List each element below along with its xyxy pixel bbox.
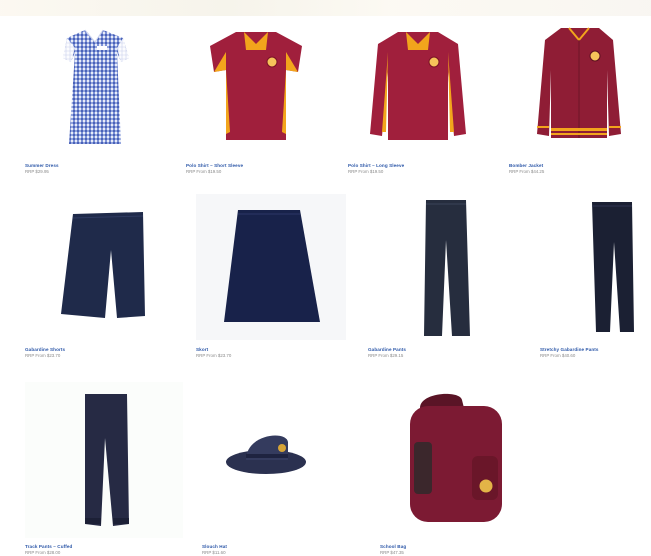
product-price: RRP From $40.60 xyxy=(540,353,576,358)
product-card-track-pants-cuffed[interactable]: Track Pants – Cuffed RRP From $28.00 xyxy=(25,382,185,556)
product-card-skort[interactable]: Skort RRP From $23.70 xyxy=(196,190,356,360)
track-pants-image[interactable] xyxy=(25,382,185,540)
product-title[interactable]: Gabardine Pants xyxy=(368,347,406,352)
polo-short-sleeve-image[interactable] xyxy=(186,22,326,152)
product-price: RRP From $19.50 xyxy=(186,169,222,174)
product-price: RRP From $23.70 xyxy=(25,353,61,358)
summer-dress-image[interactable] xyxy=(25,22,165,152)
product-title[interactable]: Summer Dress xyxy=(25,163,59,168)
product-title[interactable]: Gabardine Shorts xyxy=(25,347,65,352)
product-card-bomber-jacket[interactable]: Bomber Jacket RRP From $44.25 xyxy=(509,22,649,182)
product-card-polo-short-sleeve[interactable]: Polo Shirt – Short Sleeve RRP From $19.5… xyxy=(186,22,326,182)
product-title[interactable]: Polo Shirt – Long Sleeve xyxy=(348,163,404,168)
product-card-school-bag[interactable]: School Bag RRP $47.35 xyxy=(380,382,540,556)
bomber-jacket-image[interactable] xyxy=(509,22,649,152)
product-title[interactable]: Polo Shirt – Short Sleeve xyxy=(186,163,243,168)
gabardine-shorts-image[interactable] xyxy=(25,190,175,340)
gabardine-pants-image[interactable] xyxy=(368,190,518,340)
top-banner-fade xyxy=(0,0,651,16)
product-price: RRP From $29.15 xyxy=(368,353,404,358)
polo-long-sleeve-image[interactable] xyxy=(348,22,488,152)
product-card-polo-long-sleeve[interactable]: Polo Shirt – Long Sleeve RRP From $19.50 xyxy=(348,22,488,182)
product-price: RRP $11.60 xyxy=(202,550,226,555)
product-price: RRP From $28.00 xyxy=(25,550,61,555)
product-title[interactable]: Bomber Jacket xyxy=(509,163,543,168)
product-title[interactable]: Stretchy Gabardine Pants xyxy=(540,347,599,352)
product-card-gabardine-pants[interactable]: Gabardine Pants RRP From $29.15 xyxy=(368,190,518,360)
product-title[interactable]: Track Pants – Cuffed xyxy=(25,544,72,549)
product-card-summer-dress[interactable]: Summer Dress RRP $29.95 xyxy=(25,22,165,182)
product-price: RRP From $19.50 xyxy=(348,169,384,174)
slouch-hat-image[interactable] xyxy=(202,382,362,532)
school-bag-image[interactable] xyxy=(380,382,540,532)
product-card-gabardine-shorts[interactable]: Gabardine Shorts RRP From $23.70 xyxy=(25,190,175,360)
product-price: RRP $47.35 xyxy=(380,550,404,555)
skort-image[interactable] xyxy=(196,190,356,340)
product-card-slouch-hat[interactable]: Slouch Hat RRP $11.60 xyxy=(202,382,362,556)
product-price: RRP From $23.70 xyxy=(196,353,232,358)
product-title[interactable]: Skort xyxy=(196,347,208,352)
product-card-stretchy-gabardine-pants[interactable]: Stretchy Gabardine Pants RRP From $40.60 xyxy=(540,190,650,360)
product-price: RRP From $44.25 xyxy=(509,169,545,174)
stretchy-gabardine-pants-image[interactable] xyxy=(540,190,650,340)
product-price: RRP $29.95 xyxy=(25,169,49,174)
product-title[interactable]: School Bag xyxy=(380,544,406,549)
product-title[interactable]: Slouch Hat xyxy=(202,544,227,549)
